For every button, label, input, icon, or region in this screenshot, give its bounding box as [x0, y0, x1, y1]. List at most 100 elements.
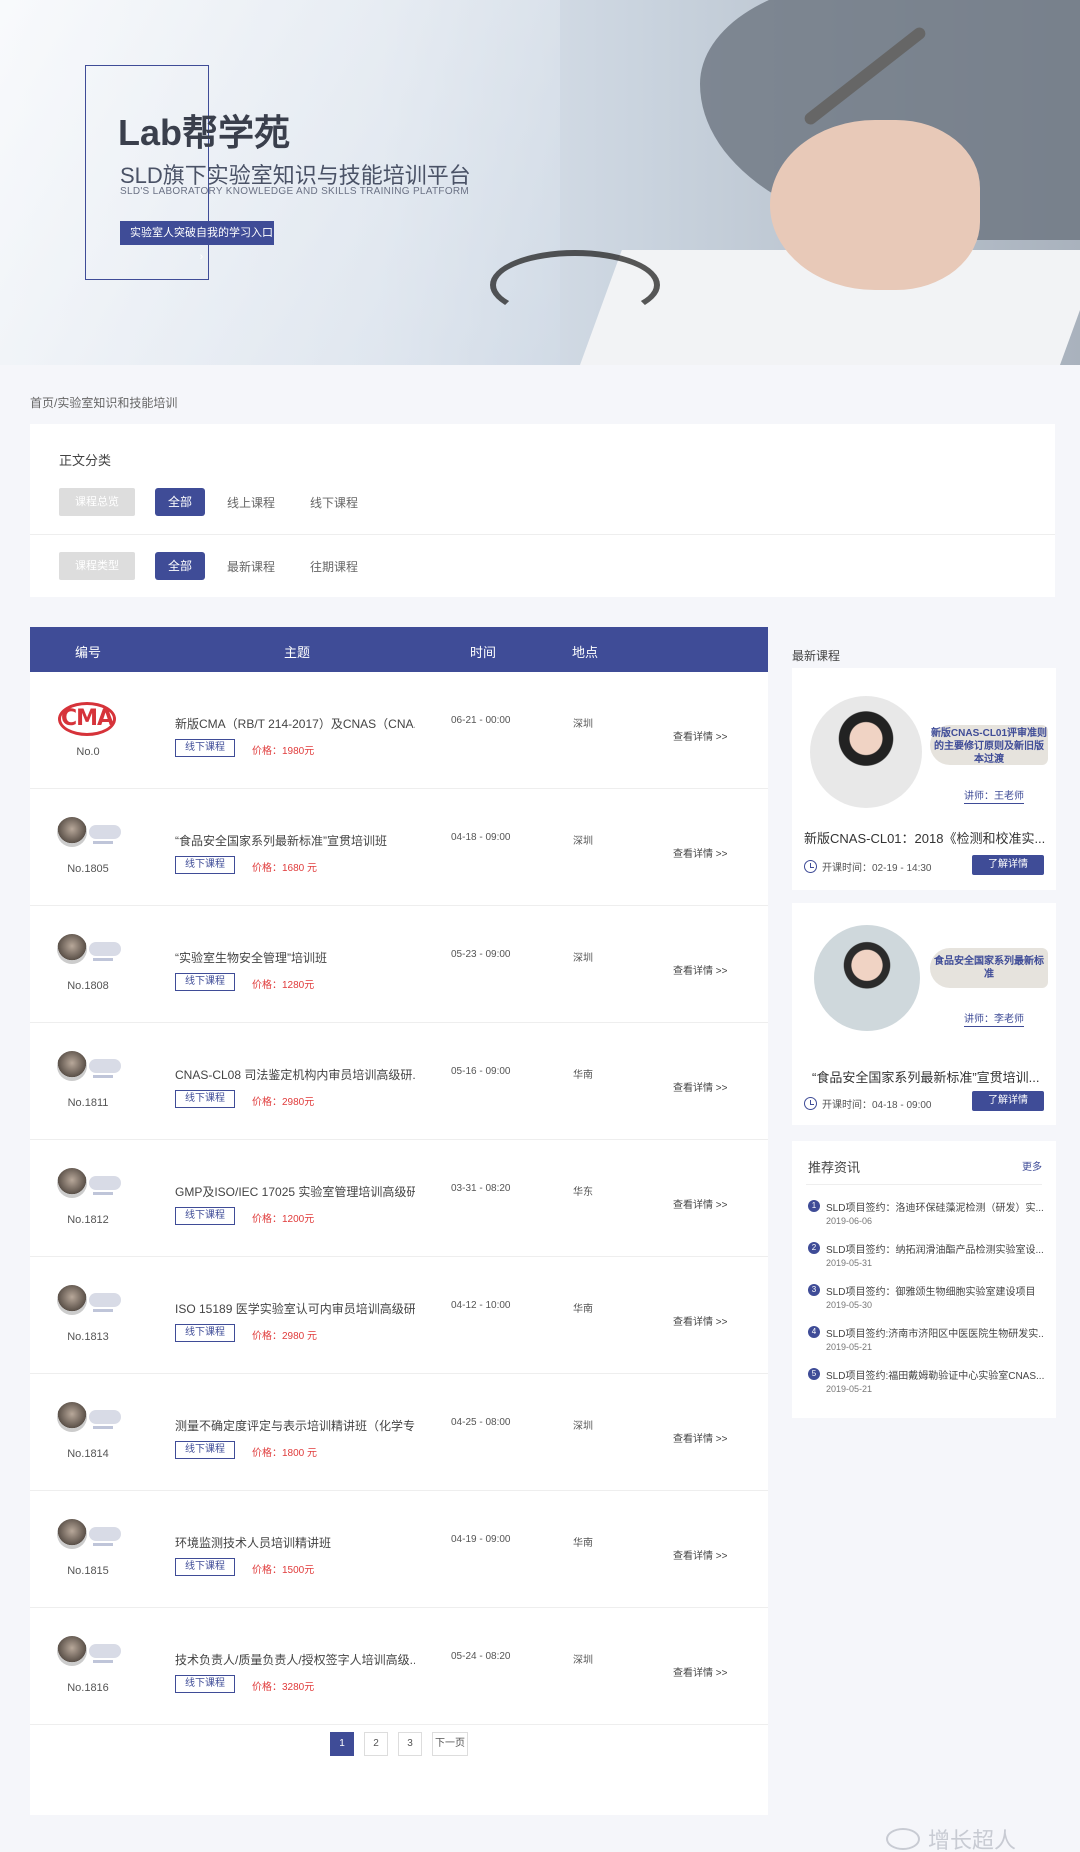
- filter-option-online[interactable]: 线上课程: [227, 494, 275, 511]
- view-details-link[interactable]: 查看详情 >>: [673, 1079, 727, 1094]
- hero-photo-hand: [770, 120, 980, 290]
- table-row[interactable]: No.1811 CNAS-CL08 司法鉴定机构内审员培训高级研... 线下课程 价格…: [30, 1023, 768, 1140]
- teacher-label: 讲师：李老师: [964, 1010, 1024, 1027]
- course-title[interactable]: 新版CNAS-CL01：2018《检测和校准实...: [804, 828, 1048, 847]
- course-price: 价格：2980元: [252, 1097, 315, 1108]
- breadcrumb[interactable]: 首页/实验室知识和技能培训: [30, 394, 177, 411]
- course-topic[interactable]: GMP及ISO/IEC 17025 实验室管理培训高级研...: [175, 1183, 415, 1200]
- view-details-link[interactable]: 查看详情 >>: [673, 1196, 727, 1211]
- news-item[interactable]: 1 SLD项目签约：洛迪环保硅藻泥检测（研发）实... 2019-06-06: [808, 1199, 1044, 1241]
- news-text[interactable]: SLD项目签约：洛迪环保硅藻泥检测（研发）实...: [826, 1199, 1044, 1214]
- course-topic[interactable]: 新版CMA（RB/T 214-2017）及CNAS（CNA...: [175, 715, 415, 732]
- thumbnail-card: [89, 1527, 121, 1541]
- teacher-label: 讲师：王老师: [964, 787, 1024, 804]
- view-details-link[interactable]: 查看详情 >>: [673, 1547, 727, 1562]
- news-text[interactable]: SLD项目签约:福田戴姆勒验证中心实验室CNAS...: [826, 1367, 1044, 1382]
- thumbnail-line: [93, 1660, 113, 1663]
- course-number: No.1814: [67, 1448, 109, 1460]
- header-location: 地点: [572, 645, 599, 660]
- news-number: 1: [808, 1200, 820, 1212]
- table-row[interactable]: CMA No.0 新版CMA（RB/T 214-2017）及CNAS（CNA... 线…: [30, 672, 768, 789]
- course-topic[interactable]: ISO 15189 医学实验室认可内审员培训高级研...: [175, 1300, 415, 1317]
- course-topic[interactable]: “实验室生物安全管理”培训班: [175, 949, 415, 966]
- course-number: No.1805: [67, 863, 109, 875]
- course-topic[interactable]: 环境监测技术人员培训精讲班: [175, 1534, 415, 1551]
- table-row[interactable]: No.1815 环境监测技术人员培训精讲班 线下课程 价格：1500元 04-19 - …: [30, 1491, 768, 1608]
- news-item[interactable]: 2 SLD项目签约：纳拓润滑油酯产品检测实验室设... 2019-05-31: [808, 1241, 1044, 1283]
- course-pill: 食品安全国家系列最新标准: [930, 948, 1048, 988]
- news-date: 2019-05-31: [826, 1258, 873, 1268]
- course-type-badge: 线下课程: [175, 1090, 235, 1108]
- news-text[interactable]: SLD项目签约:济南市济阳区中医医院生物研发实...: [826, 1325, 1044, 1340]
- course-price: 价格：1280元: [252, 980, 315, 991]
- course-type-badge: 线下课程: [175, 1558, 235, 1576]
- course-number: No.0: [76, 746, 100, 758]
- avatar: [57, 817, 87, 847]
- page-2-button[interactable]: 2: [364, 1732, 388, 1756]
- table-row[interactable]: No.1805 “食品安全国家系列最新标准”宣贯培训班 线下课程 价格：1680 元 0…: [30, 789, 768, 906]
- course-pill: 新版CNAS-CL01评审准则的主要修订原则及新旧版本过渡: [930, 725, 1048, 765]
- avatar: [57, 934, 87, 964]
- course-number: No.1812: [67, 1214, 109, 1226]
- watermark: 增长超人: [886, 1823, 1016, 1852]
- news-text[interactable]: SLD项目签约：纳拓润滑油酯产品检测实验室设...: [826, 1241, 1044, 1256]
- course-price: 价格：1200元: [252, 1214, 315, 1225]
- learn-more-button[interactable]: 了解详情: [972, 855, 1044, 875]
- course-topic[interactable]: 测量不确定度评定与表示培训精讲班（化学专...: [175, 1417, 415, 1434]
- news-item[interactable]: 4 SLD项目签约:济南市济阳区中医医院生物研发实... 2019-05-21: [808, 1325, 1044, 1367]
- filter-option-past[interactable]: 往期课程: [310, 558, 358, 575]
- clock-icon: [804, 860, 817, 873]
- news-item[interactable]: 5 SLD项目签约:福田戴姆勒验证中心实验室CNAS... 2019-05-21: [808, 1367, 1044, 1409]
- thumbnail-card: [89, 825, 121, 839]
- page-3-button[interactable]: 3: [398, 1732, 422, 1756]
- page-1-button[interactable]: 1: [330, 1732, 354, 1756]
- view-details-link[interactable]: 查看详情 >>: [673, 962, 727, 977]
- course-topic[interactable]: 技术负责人/质量负责人/授权签字人培训高级...: [175, 1651, 415, 1668]
- view-details-link[interactable]: 查看详情 >>: [673, 1430, 727, 1445]
- news-text[interactable]: SLD项目签约：御雅颂生物细胞实验室建设项目: [826, 1283, 1044, 1298]
- filter-heading: 正文分类: [59, 453, 112, 468]
- table-row[interactable]: No.1814 测量不确定度评定与表示培训精讲班（化学专... 线下课程 价格：180…: [30, 1374, 768, 1491]
- filter-option-all[interactable]: 全部: [155, 552, 205, 580]
- learn-more-button[interactable]: 了解详情: [972, 1091, 1044, 1111]
- news-date: 2019-05-21: [826, 1342, 873, 1352]
- course-price: 价格：3280元: [252, 1682, 315, 1693]
- table-row[interactable]: No.1816 技术负责人/质量负责人/授权签字人培训高级... 线下课程 价格：32…: [30, 1608, 768, 1725]
- view-details-link[interactable]: 查看详情 >>: [673, 845, 727, 860]
- news-more-link[interactable]: 更多: [1022, 1158, 1042, 1173]
- course-price: 价格：1680 元: [252, 863, 318, 874]
- view-details-link[interactable]: 查看详情 >>: [673, 728, 727, 743]
- filter-option-offline[interactable]: 线下课程: [310, 494, 358, 511]
- avatar: [57, 1636, 87, 1666]
- header-time: 时间: [470, 645, 497, 660]
- next-page-button[interactable]: 下一页: [432, 1732, 468, 1756]
- table-header: 编号 主题 时间 地点: [30, 627, 768, 672]
- course-location: 华东: [573, 1187, 593, 1198]
- course-thumbnail-icon: [57, 1636, 121, 1670]
- table-row[interactable]: No.1812 GMP及ISO/IEC 17025 实验室管理培训高级研... 线下…: [30, 1140, 768, 1257]
- course-thumbnail-icon: [57, 934, 121, 968]
- hero-cta-button[interactable]: 实验室人突破自我的学习入口 ›: [120, 221, 274, 263]
- course-time: 04-18 - 09:00: [451, 832, 511, 843]
- watermark-text: 增长超人: [928, 1828, 1017, 1852]
- table-row[interactable]: No.1813 ISO 15189 医学实验室认可内审员培训高级研... 线下课程 价…: [30, 1257, 768, 1374]
- view-details-link[interactable]: 查看详情 >>: [673, 1664, 727, 1679]
- course-topic[interactable]: “食品安全国家系列最新标准”宣贯培训班: [175, 832, 415, 849]
- thumbnail-line: [93, 1543, 113, 1546]
- news-date: 2019-05-30: [826, 1300, 873, 1310]
- news-item[interactable]: 3 SLD项目签约：御雅颂生物细胞实验室建设项目 2019-05-30: [808, 1283, 1044, 1325]
- teacher-photo: [810, 696, 922, 808]
- course-location: 深圳: [573, 836, 593, 847]
- filter-divider: [30, 534, 1055, 535]
- course-topic[interactable]: CNAS-CL08 司法鉴定机构内审员培训高级研...: [175, 1066, 415, 1083]
- latest-course-card[interactable]: 新版CNAS-CL01评审准则的主要修订原则及新旧版本过渡 讲师：王老师 新版C…: [792, 668, 1056, 890]
- latest-course-card[interactable]: 食品安全国家系列最新标准 讲师：李老师 “食品安全国家系列最新标准”宣贯培训..…: [792, 903, 1056, 1125]
- filter-option-latest[interactable]: 最新课程: [227, 558, 275, 575]
- course-title[interactable]: “食品安全国家系列最新标准”宣贯培训...: [812, 1067, 1056, 1086]
- view-details-link[interactable]: 查看详情 >>: [673, 1313, 727, 1328]
- avatar: [57, 1519, 87, 1549]
- filter-option-all[interactable]: 全部: [155, 488, 205, 516]
- news-divider: [806, 1184, 1042, 1185]
- table-row[interactable]: No.1808 “实验室生物安全管理”培训班 线下课程 价格：1280元 05-23 -…: [30, 906, 768, 1023]
- news-date: 2019-05-21: [826, 1384, 873, 1394]
